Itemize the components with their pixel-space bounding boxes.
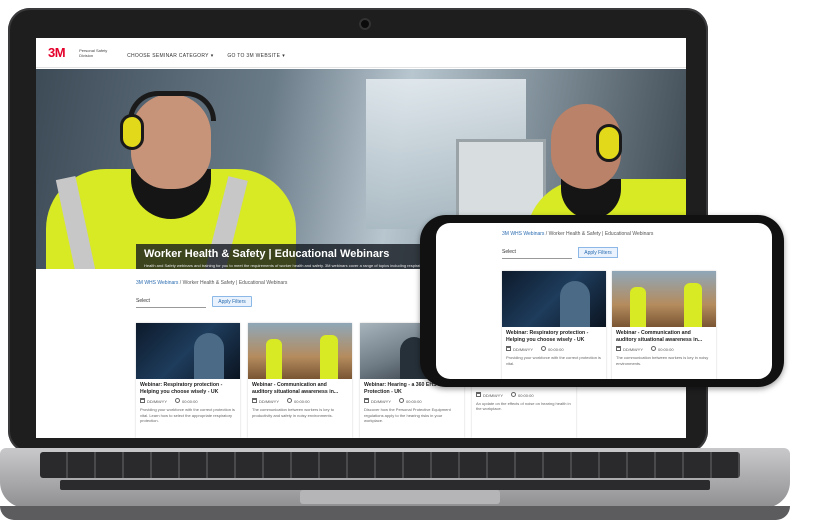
clock-icon [651,346,656,351]
webinar-thumbnail [136,323,240,379]
calendar-icon [252,398,257,403]
webinar-date: DD/MM/YY [476,391,503,398]
site-header: 3M Personal Safety Division CHOOSE SEMIN… [36,38,686,68]
calendar-icon [140,398,145,403]
clock-icon [399,398,404,403]
webinar-meta: DD/MM/YY 00:00:00 [248,395,352,407]
category-select[interactable]: Select [502,247,572,259]
apply-filters-button[interactable]: Apply Filters [578,247,618,258]
thumbnail-figure [560,281,590,327]
breadcrumb-current: / Worker Health & Safety | Educational W… [178,280,288,286]
webinar-title: Webinar - Communication and auditory sit… [252,382,339,395]
clock-icon [175,398,180,403]
brand-logo-subtitle: Personal Safety Division [79,47,108,58]
webinar-description: Providing your workforce with the correc… [506,355,601,366]
product-mockup: 3M Personal Safety Division CHOOSE SEMIN… [0,0,816,531]
laptop-base-edge [0,506,790,520]
worker-left-earmuff-icon [120,114,144,150]
calendar-icon [364,398,369,403]
webinar-card[interactable]: Webinar - Communication and auditory sit… [612,271,716,379]
webinar-duration: 00:00:00 [175,398,198,404]
webinar-meta: DD/MM/YY 00:00:00 [360,395,464,407]
webinar-date: DD/MM/YY [364,398,391,404]
webinar-duration: 00:00:00 [287,398,310,404]
category-select[interactable]: Select [136,296,206,308]
webinar-date: DD/MM/YY [140,398,167,404]
webinar-description: Providing your workforce with the correc… [140,407,235,423]
webinar-duration: 00:00:00 [399,398,422,404]
webinar-duration: 00:00:00 [541,346,564,352]
clock-icon [511,391,516,397]
webinar-date: DD/MM/YY [506,346,533,352]
laptop-trackpad [300,490,500,504]
webinar-thumbnail [612,271,716,327]
webinar-meta: DD/MM/YY 00:00:00 [612,343,716,355]
calendar-icon [616,346,621,351]
webinar-meta: DD/MM/YY 00:00:00 [136,395,240,407]
webinar-duration: 00:00:00 [651,346,674,352]
worker-left-headset-band [128,91,216,121]
webinar-description: The communication between workers is key… [252,407,335,418]
chevron-down-icon: ▾ [210,52,214,59]
webinar-description: Discover how the Personal Protective Equ… [364,407,451,423]
calendar-icon [476,391,481,397]
webinar-title: Webinar - Communication and auditory sit… [616,330,703,343]
thumbnail-figure [266,339,282,379]
breadcrumb: 3M WHS Webinars / Worker Health & Safety… [502,231,653,237]
thumbnail-figure [630,287,646,327]
brand-logo[interactable]: 3M [48,45,66,60]
webcam-icon [359,18,371,30]
phone-screen: 3M WHS Webinars / Worker Health & Safety… [436,223,772,379]
webinar-card[interactable]: Webinar: Respiratory protection - Helpin… [502,271,606,379]
laptop-keyboard-row [60,480,710,490]
clock-icon [287,398,292,403]
calendar-icon [506,346,511,351]
thumbnail-figure [684,283,702,327]
webinar-description: An update on the effects of noise on hea… [476,400,571,412]
worker-right-earmuff-icon [596,124,622,162]
chevron-down-icon: ▾ [282,52,285,59]
nav-category-label: CHOOSE SEMINAR CATEGORY [127,52,209,59]
laptop-keyboard [40,452,740,478]
nav-website[interactable]: GO TO 3M WEBSITE ▾ [227,44,284,62]
apply-filters-button[interactable]: Apply Filters [212,296,252,307]
webinar-duration: 00:00:00 [511,391,534,398]
phone-device: 3M WHS Webinars / Worker Health & Safety… [420,215,784,387]
webinar-date: DD/MM/YY [252,398,279,404]
nav-category[interactable]: CHOOSE SEMINAR CATEGORY ▾ [127,44,213,62]
webinar-thumbnail [248,323,352,379]
thumbnail-figure [320,335,338,379]
webinar-card[interactable]: Webinar - Communication and auditory sit… [248,323,352,438]
breadcrumb-link[interactable]: 3M WHS Webinars [502,231,544,237]
breadcrumb-current: / Worker Health & Safety | Educational W… [544,231,654,237]
nav-website-label: GO TO 3M WEBSITE [227,52,281,59]
webinar-title: Webinar: Respiratory protection - Helpin… [506,330,589,343]
breadcrumb-link[interactable]: 3M WHS Webinars [136,280,178,286]
webinar-title: Webinar: Respiratory protection - Helpin… [140,382,223,395]
webinar-description: The communication between workers is key… [616,355,709,366]
webinar-date: DD/MM/YY [616,346,643,352]
webinar-thumbnail [502,271,606,327]
webinar-meta: DD/MM/YY 00:00:00 [502,343,606,355]
clock-icon [541,346,546,351]
thumbnail-figure [194,333,224,379]
breadcrumb: 3M WHS Webinars / Worker Health & Safety… [136,280,287,286]
webinar-meta: DD/MM/YY 00:00:00 [472,389,576,401]
webinar-card[interactable]: Webinar: Respiratory protection - Helpin… [136,323,240,438]
